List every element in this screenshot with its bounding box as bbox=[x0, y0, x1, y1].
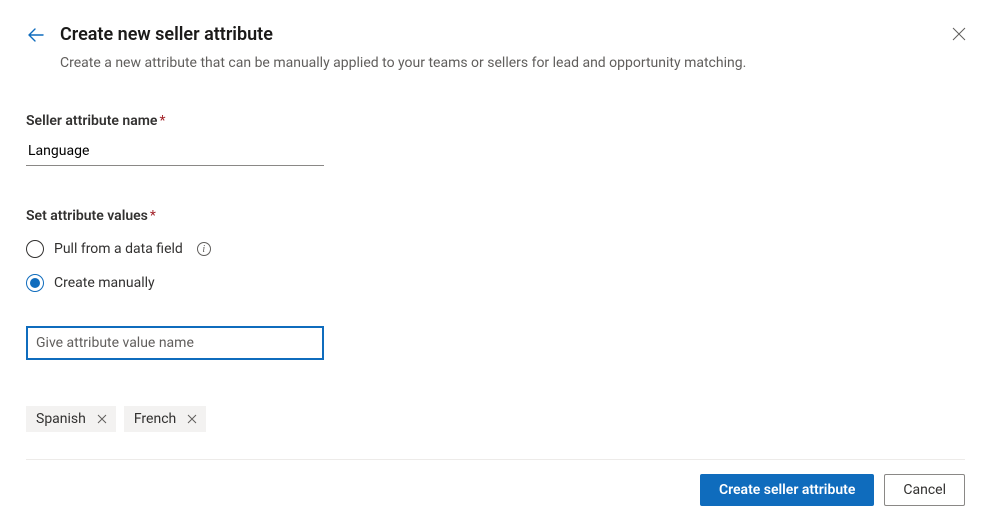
page-subtitle: Create a new attribute that can be manua… bbox=[60, 55, 965, 71]
attribute-name-label: Seller attribute name bbox=[26, 113, 157, 129]
back-arrow-icon[interactable] bbox=[26, 25, 46, 45]
set-values-label: Set attribute values bbox=[26, 208, 148, 224]
value-chip-list: Spanish French bbox=[26, 406, 965, 432]
value-chip: French bbox=[124, 406, 206, 432]
info-icon[interactable]: i bbox=[197, 242, 211, 256]
chip-remove-icon[interactable] bbox=[96, 413, 108, 425]
radio-create-manually[interactable]: Create manually bbox=[26, 274, 965, 292]
chip-label: French bbox=[134, 411, 176, 427]
value-chip: Spanish bbox=[26, 406, 116, 432]
radio-pull-from-field[interactable]: Pull from a data field i bbox=[26, 240, 965, 258]
close-icon[interactable] bbox=[949, 24, 969, 44]
cancel-button[interactable]: Cancel bbox=[884, 474, 965, 506]
attribute-value-input[interactable] bbox=[26, 326, 324, 360]
radio-label: Pull from a data field bbox=[54, 241, 183, 257]
chip-label: Spanish bbox=[36, 411, 86, 427]
footer-actions: Create seller attribute Cancel bbox=[26, 459, 965, 506]
radio-icon bbox=[26, 240, 44, 258]
panel-header: Create new seller attribute bbox=[26, 24, 965, 45]
radio-icon bbox=[26, 274, 44, 292]
chip-remove-icon[interactable] bbox=[186, 413, 198, 425]
page-title: Create new seller attribute bbox=[60, 24, 273, 45]
required-marker: * bbox=[150, 208, 156, 224]
attribute-name-input[interactable] bbox=[26, 137, 324, 166]
create-button[interactable]: Create seller attribute bbox=[700, 474, 874, 506]
required-marker: * bbox=[159, 113, 165, 129]
radio-label: Create manually bbox=[54, 275, 155, 291]
